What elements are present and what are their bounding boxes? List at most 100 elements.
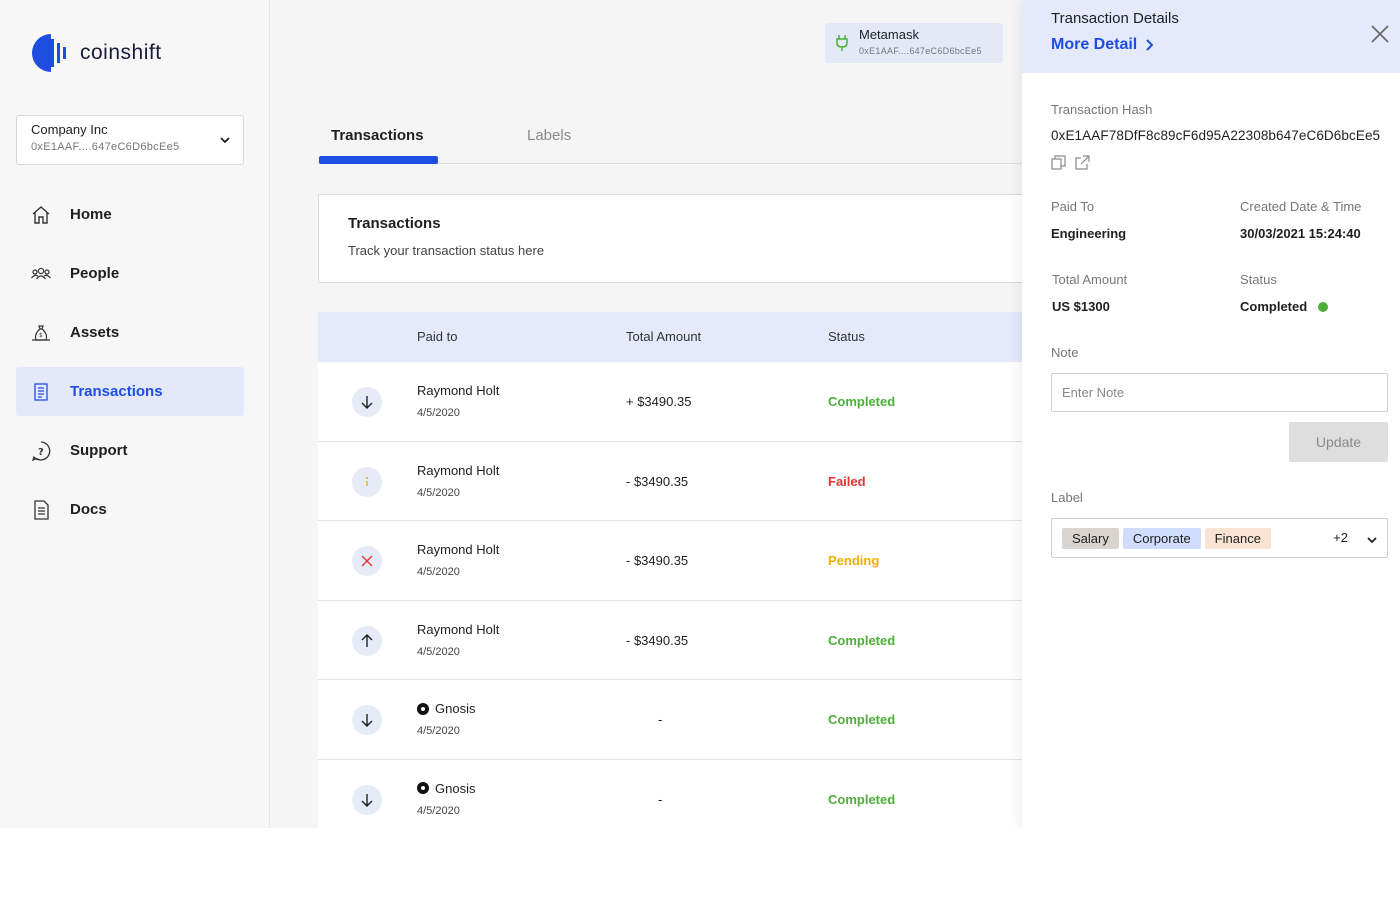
transactions-card: Transactions Track your transaction stat… xyxy=(318,194,1038,283)
row-date: 4/5/2020 xyxy=(417,645,460,658)
gnosis-logo-icon xyxy=(417,702,429,715)
paid-to-label: Paid To xyxy=(1051,199,1095,214)
gnosis-logo-icon xyxy=(417,782,429,794)
sidebar-item-support[interactable]: ? Support xyxy=(16,426,244,475)
arrow-down-icon xyxy=(352,705,382,735)
transaction-hash: 0xE1AAF78DfF8c89cF6d95A22308b647eC6D6bcE… xyxy=(1051,128,1381,143)
people-icon xyxy=(30,263,52,285)
transactions-table: Paid to Total Amount Status Raymond Holt… xyxy=(318,312,1038,828)
logo-text: coinshift xyxy=(80,41,162,64)
more-labels-count: +2 xyxy=(1333,530,1348,545)
svg-text:?: ? xyxy=(38,447,44,458)
total-amount-label: Total Amount xyxy=(1052,272,1128,287)
svg-text:$: $ xyxy=(39,332,43,339)
status-text: Completed xyxy=(1240,299,1308,314)
app-window: coinshift Company Inc 0xE1AAF....647eC6D… xyxy=(0,0,1400,828)
org-name: Company Inc xyxy=(31,122,108,137)
row-amount: - xyxy=(658,791,663,807)
panel-header: Transaction Details More Detail xyxy=(1022,0,1400,73)
status-value: Completed xyxy=(1240,299,1329,314)
status-badge: Completed xyxy=(828,791,896,807)
main-content: Metamask 0xE1AAF....647eC6D6bcEe5 Transa… xyxy=(270,0,1038,828)
row-paid-to: Gnosis xyxy=(417,701,475,716)
hash-actions xyxy=(1051,155,1099,170)
row-paid-to: Raymond Holt xyxy=(417,383,500,398)
tab-labels[interactable]: Labels xyxy=(527,127,571,144)
column-header-status: Status xyxy=(828,329,865,344)
sidebar-item-docs[interactable]: Docs xyxy=(16,485,244,534)
card-title: Transactions xyxy=(348,215,441,232)
sidebar-item-label: Assets xyxy=(70,324,120,341)
more-detail-link[interactable]: More Detail xyxy=(1051,36,1154,54)
table-row[interactable]: Raymond Holt 4/5/2020 - $3490.35 Complet… xyxy=(318,600,1038,680)
label-selector[interactable]: Salary Corporate Finance +2 xyxy=(1051,518,1388,558)
table-row[interactable]: Raymond Holt 4/5/2020 - $3490.35 Pending xyxy=(318,521,1038,601)
wallet-address: 0xE1AAF....647eC6D6bcEe5 xyxy=(859,46,982,56)
table-row[interactable]: Gnosis 4/5/2020 - Completed xyxy=(318,680,1038,760)
home-icon xyxy=(30,204,52,226)
panel-title: Transaction Details xyxy=(1051,10,1179,27)
sidebar-item-label: Docs xyxy=(70,501,107,518)
table-row[interactable]: Gnosis 4/5/2020 - Completed xyxy=(318,759,1038,828)
note-label: Note xyxy=(1051,345,1079,360)
label-label: Label xyxy=(1051,490,1083,505)
sidebar-item-label: Home xyxy=(70,206,112,223)
tab-bar: Transactions Labels xyxy=(318,115,1038,164)
active-tab-indicator xyxy=(319,156,438,164)
row-amount: - $3490.35 xyxy=(626,553,689,568)
status-badge: Completed xyxy=(828,712,896,727)
arrow-down-icon xyxy=(352,784,382,815)
arrow-up-icon xyxy=(352,625,382,656)
sidebar-item-people[interactable]: People xyxy=(16,249,244,298)
docs-icon xyxy=(30,499,52,521)
wallet-name: Metamask xyxy=(859,27,919,42)
row-paid-to: Raymond Holt xyxy=(417,462,500,478)
close-icon[interactable] xyxy=(1370,24,1390,44)
sidebar-item-transactions[interactable]: Transactions xyxy=(16,367,244,416)
external-link-icon[interactable] xyxy=(1075,155,1090,170)
status-dot-icon xyxy=(1318,301,1329,312)
copy-icon[interactable] xyxy=(1051,155,1066,170)
sidebar-item-label: People xyxy=(70,265,120,282)
organization-selector[interactable]: Company Inc 0xE1AAF....647eC6D6bcEe5 xyxy=(16,115,244,165)
created-date-value: 30/03/2021 15:24:40 xyxy=(1240,226,1361,241)
row-paid-to: Raymond Holt xyxy=(417,621,500,637)
table-row[interactable]: Raymond Holt 4/5/2020 - $3490.35 Failed xyxy=(318,441,1038,521)
row-amount: - $3490.35 xyxy=(626,632,689,648)
table-header: Paid to Total Amount Status xyxy=(318,312,1038,362)
column-header-paid-to: Paid to xyxy=(417,329,458,344)
row-date: 4/5/2020 xyxy=(417,486,460,499)
arrow-down-icon xyxy=(352,387,382,417)
tab-transactions[interactable]: Transactions xyxy=(331,127,424,144)
sidebar-item-home[interactable]: Home xyxy=(16,190,244,239)
chevron-down-icon xyxy=(1366,533,1378,551)
update-button[interactable]: Update xyxy=(1289,422,1388,462)
sidebar-item-assets[interactable]: $ Assets xyxy=(16,308,244,357)
status-badge: Completed xyxy=(828,394,896,409)
logo[interactable]: coinshift xyxy=(30,32,162,74)
label-chip-salary[interactable]: Salary xyxy=(1062,527,1119,549)
chevron-right-icon xyxy=(1146,39,1154,51)
more-detail-label: More Detail xyxy=(1051,36,1138,53)
status-badge: Completed xyxy=(828,632,896,648)
coinshift-logo-icon xyxy=(30,32,72,74)
sidebar-item-label: Support xyxy=(70,442,128,459)
status-badge: Failed xyxy=(828,473,866,489)
label-chip-finance[interactable]: Finance xyxy=(1204,527,1271,549)
transaction-hash-label: Transaction Hash xyxy=(1051,102,1153,117)
wallet-text: Metamask 0xE1AAF....647eC6D6bcEe5 xyxy=(859,27,982,56)
row-paid-to: Raymond Holt xyxy=(417,542,500,557)
plug-icon xyxy=(835,34,849,57)
info-icon xyxy=(352,466,382,497)
sidebar: coinshift Company Inc 0xE1AAF....647eC6D… xyxy=(0,0,270,828)
sidebar-nav: Home People $ Assets Transactions ? Supp… xyxy=(16,190,244,544)
label-chip-corporate[interactable]: Corporate xyxy=(1122,527,1201,549)
status-badge: Pending xyxy=(828,553,880,568)
wallet-connection[interactable]: Metamask 0xE1AAF....647eC6D6bcEe5 xyxy=(825,23,1003,63)
row-date: 4/5/2020 xyxy=(417,804,460,817)
assets-icon: $ xyxy=(30,322,52,344)
row-paid-to-name: Gnosis xyxy=(435,780,476,796)
note-input[interactable] xyxy=(1051,373,1388,412)
table-row[interactable]: Raymond Holt 4/5/2020 + $3490.35 Complet… xyxy=(318,362,1038,442)
transactions-icon xyxy=(30,381,52,403)
